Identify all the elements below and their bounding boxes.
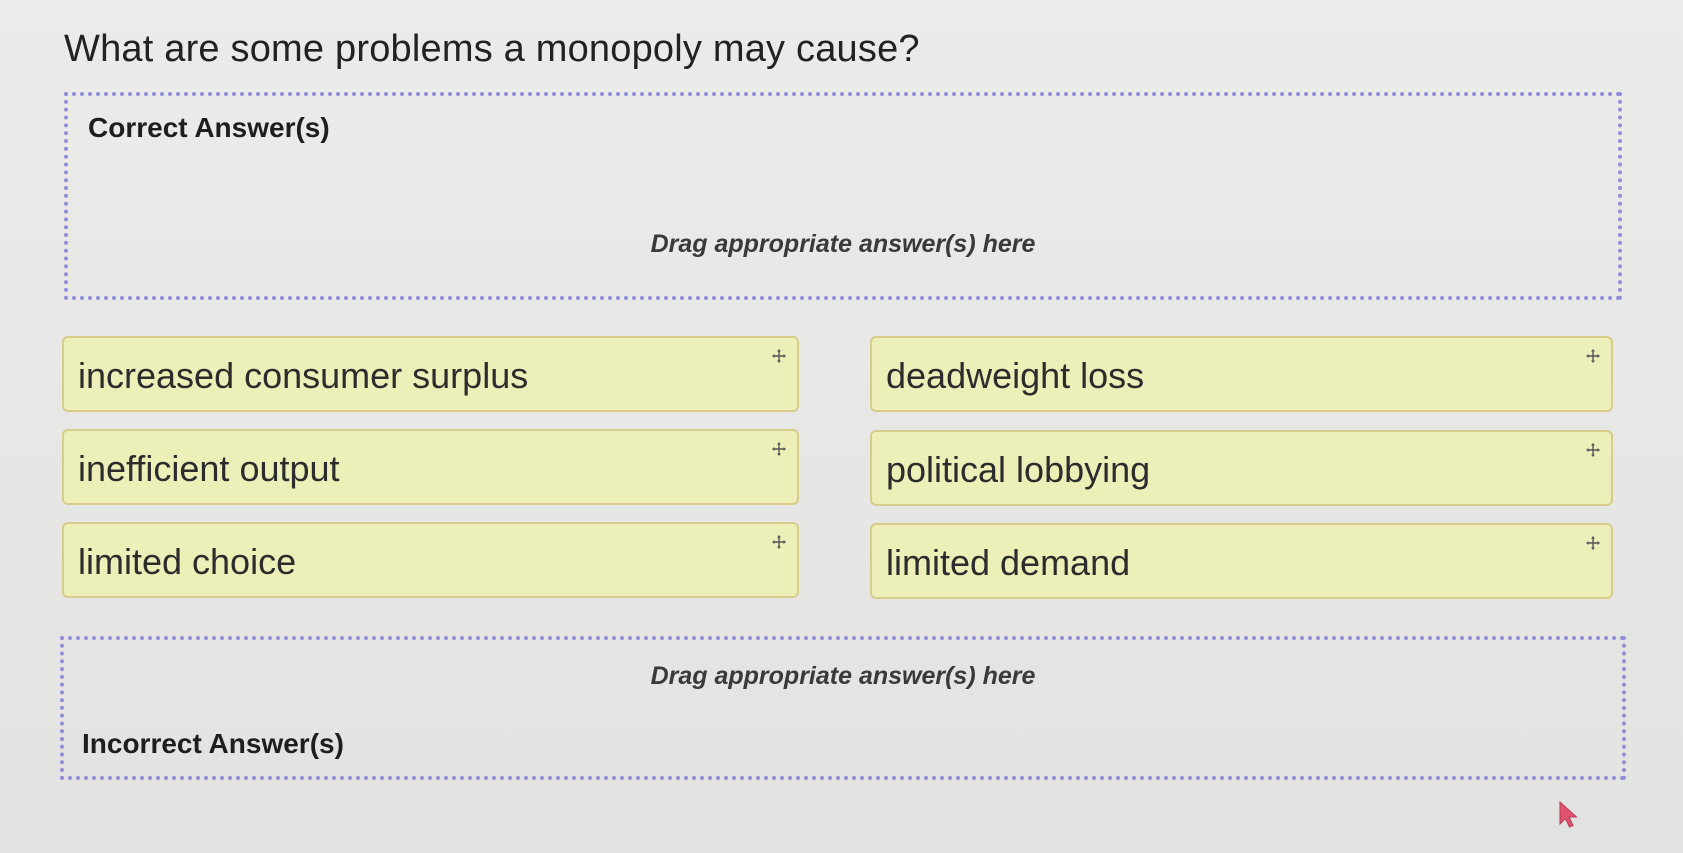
mouse-cursor-icon bbox=[1559, 800, 1578, 828]
correct-dropzone-hint: Drag appropriate answer(s) here bbox=[650, 230, 1036, 258]
correct-answers-dropzone[interactable]: Correct Answer(s) Drag appropriate answe… bbox=[64, 92, 1622, 300]
move-icon[interactable] bbox=[1585, 442, 1601, 458]
incorrect-answers-title: Incorrect Answer(s) bbox=[82, 728, 344, 759]
answer-chip-label: deadweight loss bbox=[886, 355, 1145, 396]
answer-chip-inefficient-output[interactable]: inefficient output bbox=[62, 429, 799, 505]
answer-chip-limited-demand[interactable]: limited demand bbox=[870, 523, 1613, 599]
answer-chip-label: increased consumer surplus bbox=[78, 355, 529, 396]
answer-chip-label: inefficient output bbox=[78, 448, 340, 489]
answer-chip-limited-choice[interactable]: limited choice bbox=[62, 522, 799, 598]
incorrect-dropzone-hint: Drag appropriate answer(s) here bbox=[650, 662, 1036, 690]
answer-chip-label: limited choice bbox=[78, 541, 297, 582]
question-page: What are some problems a monopoly may ca… bbox=[0, 0, 1683, 853]
move-icon[interactable] bbox=[771, 534, 787, 550]
move-icon[interactable] bbox=[1585, 535, 1601, 551]
move-icon[interactable] bbox=[771, 441, 787, 457]
answer-chip-label: limited demand bbox=[886, 542, 1131, 583]
move-icon[interactable] bbox=[771, 348, 787, 364]
move-icon[interactable] bbox=[1585, 348, 1601, 364]
answer-chip-political-lobbying[interactable]: political lobbying bbox=[870, 430, 1613, 506]
correct-answers-title: Correct Answer(s) bbox=[88, 112, 330, 143]
answer-chip-label: political lobbying bbox=[886, 449, 1151, 490]
answer-chip-increased-consumer-surplus[interactable]: increased consumer surplus bbox=[62, 336, 799, 412]
answer-chip-deadweight-loss[interactable]: deadweight loss bbox=[870, 336, 1613, 412]
question-text: What are some problems a monopoly may ca… bbox=[64, 28, 920, 70]
incorrect-answers-dropzone[interactable]: Drag appropriate answer(s) here Incorrec… bbox=[60, 636, 1626, 780]
